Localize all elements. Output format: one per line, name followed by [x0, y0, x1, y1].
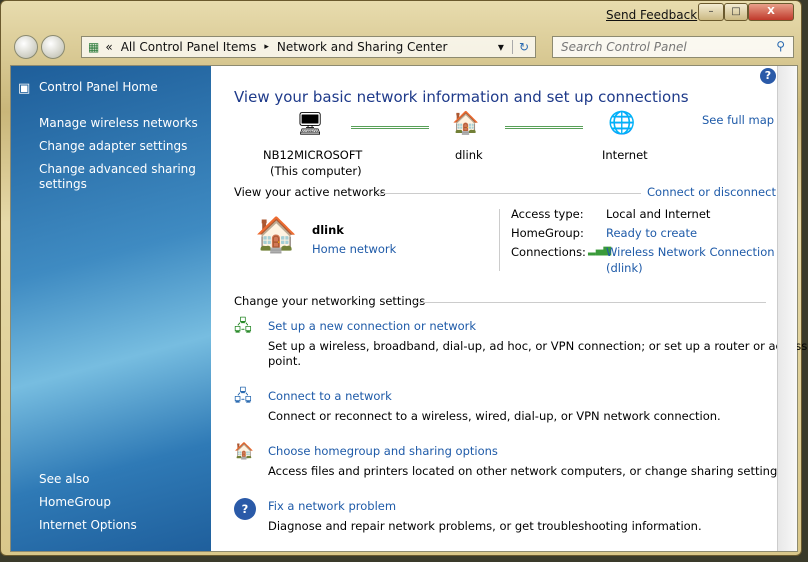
- active-networks-heading: View your active networks: [234, 185, 386, 199]
- back-button[interactable]: [14, 35, 38, 59]
- send-feedback-link[interactable]: Send Feedback: [606, 8, 697, 22]
- control-panel-home-icon: ▣: [18, 81, 31, 96]
- wireless-connection-link[interactable]: Wireless Network Connection: [606, 245, 775, 259]
- maximize-button[interactable]: □: [724, 3, 748, 21]
- task-description: point.: [268, 354, 301, 368]
- wireless-connection-ssid[interactable]: (dlink): [606, 261, 643, 275]
- sidebar-item-internet-options[interactable]: Internet Options: [39, 518, 137, 532]
- task-fix-problem[interactable]: Fix a network problem: [268, 499, 396, 513]
- sidebar-item-homegroup[interactable]: HomeGroup: [39, 495, 111, 509]
- sidebar-item-home[interactable]: Control Panel Home: [39, 80, 158, 94]
- homegroup-link[interactable]: Ready to create: [606, 226, 697, 240]
- search-icon[interactable]: ⚲: [776, 39, 785, 53]
- content-area: ▣ Control Panel Home Manage wireless net…: [10, 65, 807, 552]
- computer-name[interactable]: NB12MICROSOFT: [263, 148, 362, 162]
- homegroup-label: HomeGroup:: [511, 226, 584, 240]
- home-network-icon[interactable]: 🏠: [255, 218, 297, 252]
- breadcrumb-separator-icon[interactable]: ▸: [264, 42, 269, 52]
- task-homegroup[interactable]: Choose homegroup and sharing options: [268, 444, 498, 458]
- see-full-map-link[interactable]: See full map: [702, 113, 774, 127]
- computer-icon: 🖥: [296, 112, 324, 137]
- chevron-down-icon[interactable]: ▾: [498, 40, 504, 54]
- access-type-label: Access type:: [511, 207, 584, 221]
- search-input[interactable]: Search Control Panel ⚲: [552, 36, 794, 58]
- breadcrumb-overflow[interactable]: «: [105, 40, 112, 54]
- house-icon: 🏠: [452, 111, 480, 136]
- breadcrumb-network[interactable]: Network and Sharing Center: [277, 40, 448, 54]
- connect-disconnect-link[interactable]: Connect or disconnect: [647, 185, 776, 199]
- connection-line: [505, 126, 583, 129]
- address-bar[interactable]: ▦ « All Control Panel Items ▸ Network an…: [81, 36, 536, 58]
- scrollbar[interactable]: [777, 66, 797, 551]
- main-panel: View your basic network information and …: [211, 66, 807, 551]
- computer-subtitle: (This computer): [270, 164, 362, 178]
- forward-button[interactable]: [41, 35, 65, 59]
- task-description: Set up a wireless, broadband, dial-up, a…: [268, 339, 808, 353]
- sidebar-item-adapter[interactable]: Change adapter settings: [39, 139, 187, 153]
- task-connect-network[interactable]: Connect to a network: [268, 389, 392, 403]
- see-also-heading: See also: [39, 472, 90, 486]
- close-button[interactable]: X: [748, 3, 794, 21]
- divider: [499, 209, 500, 271]
- task-description: Connect or reconnect to a wireless, wire…: [268, 409, 721, 423]
- globe-icon: 🌐: [608, 111, 636, 136]
- settings-heading: Change your networking settings: [234, 294, 426, 308]
- sidebar-item-advanced-sharing[interactable]: Change advanced sharing settings: [39, 162, 199, 192]
- connections-label: Connections:: [511, 245, 586, 259]
- minimize-button[interactable]: –: [698, 3, 724, 21]
- control-panel-icon: ▦: [88, 40, 100, 54]
- connection-line: [351, 126, 429, 129]
- help-button[interactable]: ?: [760, 68, 776, 84]
- help-troubleshoot-icon: ?: [234, 498, 256, 520]
- router-name[interactable]: dlink: [455, 148, 483, 162]
- network-name: dlink: [312, 223, 344, 237]
- sidebar-item-manage-wireless[interactable]: Manage wireless networks: [39, 116, 198, 130]
- new-connection-icon: 🖧: [234, 316, 252, 335]
- task-setup-connection[interactable]: Set up a new connection or network: [268, 319, 476, 333]
- homegroup-icon: 🏠: [234, 441, 254, 460]
- breadcrumb-all-items[interactable]: All Control Panel Items: [121, 40, 257, 54]
- task-description: Access files and printers located on oth…: [268, 464, 787, 478]
- connect-network-icon: 🖧: [234, 386, 252, 405]
- search-placeholder: Search Control Panel: [561, 40, 687, 54]
- internet-label[interactable]: Internet: [602, 148, 648, 162]
- divider: [416, 302, 766, 303]
- task-description: Diagnose and repair network problems, or…: [268, 519, 702, 533]
- access-type-value: Local and Internet: [606, 207, 711, 221]
- network-type-link[interactable]: Home network: [312, 242, 396, 256]
- page-title: View your basic network information and …: [234, 88, 689, 106]
- refresh-icon[interactable]: ↻: [511, 40, 535, 54]
- divider: [377, 193, 641, 194]
- sidebar: ▣ Control Panel Home Manage wireless net…: [11, 66, 211, 551]
